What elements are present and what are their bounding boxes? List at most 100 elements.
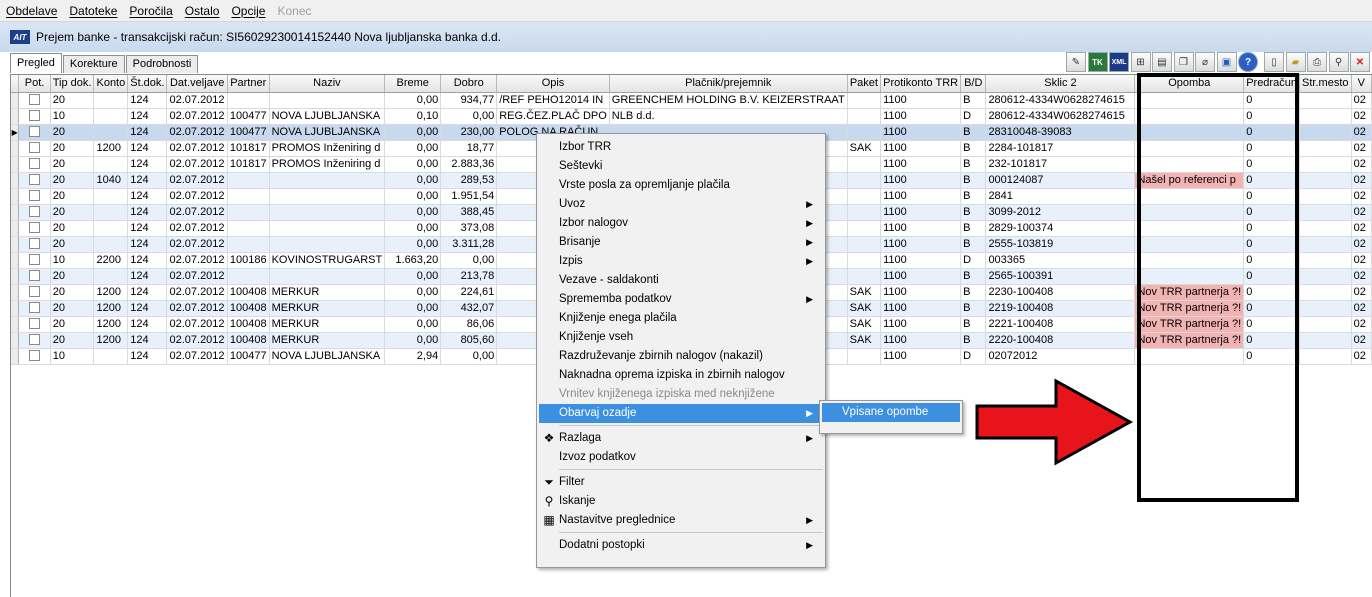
menu-opcije[interactable]: Opcije [231, 4, 265, 18]
new-icon[interactable]: ▯ [1264, 52, 1284, 72]
checkbox[interactable] [29, 94, 41, 106]
row-indicator[interactable] [11, 348, 20, 365]
checkbox[interactable] [29, 350, 41, 362]
col-header[interactable]: Št.dok. [127, 75, 168, 93]
context-menu-item[interactable]: Vezave - saldakonti [539, 271, 823, 290]
row-checkbox[interactable] [18, 348, 51, 365]
context-menu-item[interactable]: Sprememba podatkov ▶ [539, 290, 823, 309]
row-indicator[interactable] [11, 252, 20, 269]
context-menu-item[interactable]: ▦ Nastavitve preglednice ▶ [539, 511, 823, 530]
col-header[interactable]: Paket [847, 75, 882, 93]
col-header[interactable]: Opis [496, 75, 610, 93]
attach-icon[interactable]: ⌀ [1195, 52, 1215, 72]
context-menu-item[interactable]: ❖ Razlaga ▶ [539, 429, 823, 448]
col-header[interactable]: Tip dok. [50, 75, 95, 93]
row-checkbox[interactable] [18, 156, 51, 173]
tab-pregled[interactable]: Pregled [10, 53, 62, 73]
checkbox[interactable] [29, 158, 41, 170]
copy-icon[interactable]: ❐ [1173, 52, 1194, 72]
checkbox[interactable] [29, 190, 41, 202]
col-header[interactable]: Breme [384, 75, 442, 93]
tk-icon[interactable]: TK [1087, 52, 1108, 72]
col-header[interactable]: V [1351, 75, 1372, 93]
context-menu-item[interactable]: Razdruževanje zbirnih nalogov (nakazil) [539, 347, 823, 366]
row-checkbox[interactable] [18, 172, 51, 189]
row-checkbox[interactable] [18, 252, 51, 269]
checkbox[interactable] [29, 334, 41, 346]
col-header[interactable]: Sklic 2 [985, 75, 1136, 93]
row-checkbox[interactable] [18, 108, 51, 125]
context-menu-item[interactable]: Knjiženje vseh [539, 328, 823, 347]
row-checkbox[interactable] [18, 268, 51, 285]
context-menu-item[interactable]: Seštevki [539, 157, 823, 176]
checkbox[interactable] [29, 302, 41, 314]
row-checkbox[interactable] [18, 284, 51, 301]
col-header[interactable]: B/D [960, 75, 987, 93]
checkbox[interactable] [29, 222, 41, 234]
context-menu-item[interactable]: Vrste posla za opremljanje plačila [539, 176, 823, 195]
context-menu-item[interactable]: Izbor nalogov ▶ [539, 214, 823, 233]
row-indicator[interactable] [11, 332, 20, 349]
col-header[interactable]: Pot. [18, 75, 51, 93]
row-checkbox[interactable] [18, 332, 51, 349]
context-menu-item[interactable]: ⏷ Filter [539, 473, 823, 492]
xml-icon[interactable]: XML [1109, 52, 1129, 72]
row-indicator[interactable] [11, 268, 20, 285]
context-menu-item[interactable]: Brisanje ▶ [539, 233, 823, 252]
row-checkbox[interactable] [18, 316, 51, 333]
row-indicator[interactable] [11, 300, 20, 317]
context-menu-item[interactable]: ⚲ Iskanje [539, 492, 823, 511]
context-menu-item[interactable]: Uvoz ▶ [539, 195, 823, 214]
col-header[interactable]: Naziv [269, 75, 386, 93]
row-indicator[interactable] [11, 92, 20, 109]
close-icon[interactable]: ✕ [1350, 52, 1370, 72]
tab-podrobnosti[interactable]: Podrobnosti [125, 55, 199, 73]
checkbox[interactable] [29, 126, 41, 138]
context-menu-item[interactable]: Izvoz podatkov [539, 448, 823, 467]
col-header[interactable]: Dobro [440, 75, 498, 93]
row-checkbox[interactable] [18, 188, 51, 205]
col-header[interactable]: Protikonto TRR [880, 75, 962, 93]
row-indicator[interactable] [11, 108, 20, 125]
context-menu-item[interactable]: Dodatni postopki ▶ [539, 536, 823, 555]
row-indicator[interactable] [11, 140, 20, 157]
col-header[interactable]: Plačnik/prejemnik [609, 75, 848, 93]
row-indicator[interactable] [11, 156, 20, 173]
checkbox[interactable] [29, 174, 41, 186]
checkbox[interactable] [29, 270, 41, 282]
monitor-icon[interactable]: ▣ [1216, 52, 1237, 72]
col-header[interactable]: Konto [93, 75, 129, 93]
col-header[interactable]: Partner [227, 75, 270, 93]
row-checkbox[interactable] [18, 204, 51, 221]
checkbox[interactable] [29, 142, 41, 154]
row-checkbox[interactable] [18, 220, 51, 237]
row-checkbox[interactable] [18, 124, 51, 141]
row-indicator[interactable] [11, 316, 20, 333]
submenu-item-vpisane-opombe[interactable]: Vpisane opombe [822, 403, 960, 422]
row-indicator[interactable] [11, 236, 20, 253]
help-icon[interactable]: ? [1238, 52, 1258, 72]
find-icon[interactable]: ⚲ [1328, 52, 1349, 72]
row-checkbox[interactable] [18, 236, 51, 253]
row-indicator[interactable] [11, 284, 20, 301]
row-checkbox[interactable] [18, 300, 51, 317]
context-menu-item[interactable]: Knjiženje enega plačila [539, 309, 823, 328]
current-row-indicator-icon[interactable]: ▶ [11, 124, 20, 141]
tab-korekture[interactable]: Korekture [62, 55, 125, 73]
checkbox[interactable] [29, 318, 41, 330]
printer-icon[interactable]: ⎙ [1307, 52, 1327, 72]
menu-ostalo[interactable]: Ostalo [185, 4, 220, 18]
checkbox[interactable] [29, 206, 41, 218]
context-menu-item[interactable]: Naknadna oprema izpiska in zbirnih nalog… [539, 366, 823, 385]
row-indicator[interactable] [11, 220, 20, 237]
menu-porocila[interactable]: Poročila [129, 4, 172, 18]
row-indicator[interactable] [11, 204, 20, 221]
print-preview-icon[interactable]: ▤ [1152, 52, 1172, 72]
context-menu-item[interactable]: Obarvaj ozadje ▶ [539, 404, 823, 423]
checkbox[interactable] [29, 286, 41, 298]
open-icon[interactable]: ▰ [1285, 52, 1306, 72]
context-menu-item[interactable]: Izpis ▶ [539, 252, 823, 271]
col-header[interactable]: Str.mesto [1299, 75, 1352, 93]
menu-konec[interactable]: Konec [277, 4, 311, 18]
row-indicator[interactable] [11, 172, 20, 189]
